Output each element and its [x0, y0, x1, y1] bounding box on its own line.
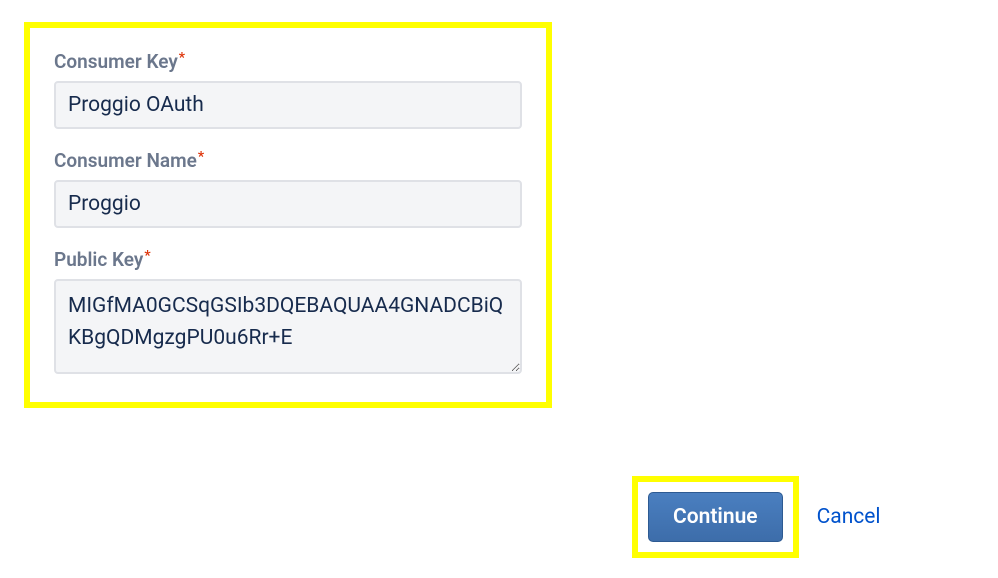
consumer-name-field: Consumer Name*: [54, 149, 522, 228]
continue-button[interactable]: Continue: [648, 492, 783, 542]
consumer-key-field: Consumer Key*: [54, 50, 522, 129]
required-asterisk-icon: *: [198, 149, 204, 165]
consumer-name-label-text: Consumer Name: [54, 149, 197, 172]
required-asterisk-icon: *: [179, 50, 185, 66]
required-asterisk-icon: *: [144, 248, 150, 264]
public-key-label-text: Public Key: [54, 248, 143, 271]
cancel-link[interactable]: Cancel: [817, 505, 881, 529]
consumer-name-label: Consumer Name*: [54, 149, 203, 172]
public-key-textarea[interactable]: MIGfMA0GCSqGSIb3DQEBAQUAA4GNADCBiQKBgQDM…: [54, 279, 522, 374]
public-key-field: Public Key* MIGfMA0GCSqGSIb3DQEBAQUAA4GN…: [54, 248, 522, 378]
consumer-name-input[interactable]: [54, 180, 522, 228]
button-section: Continue Cancel: [632, 476, 881, 558]
continue-highlight-box: Continue: [632, 476, 799, 558]
consumer-key-label: Consumer Key*: [54, 50, 184, 73]
public-key-label: Public Key*: [54, 248, 150, 271]
consumer-key-label-text: Consumer Key: [54, 50, 178, 73]
form-highlight-box: Consumer Key* Consumer Name* Public Key*…: [24, 22, 552, 408]
consumer-key-input[interactable]: [54, 81, 522, 129]
